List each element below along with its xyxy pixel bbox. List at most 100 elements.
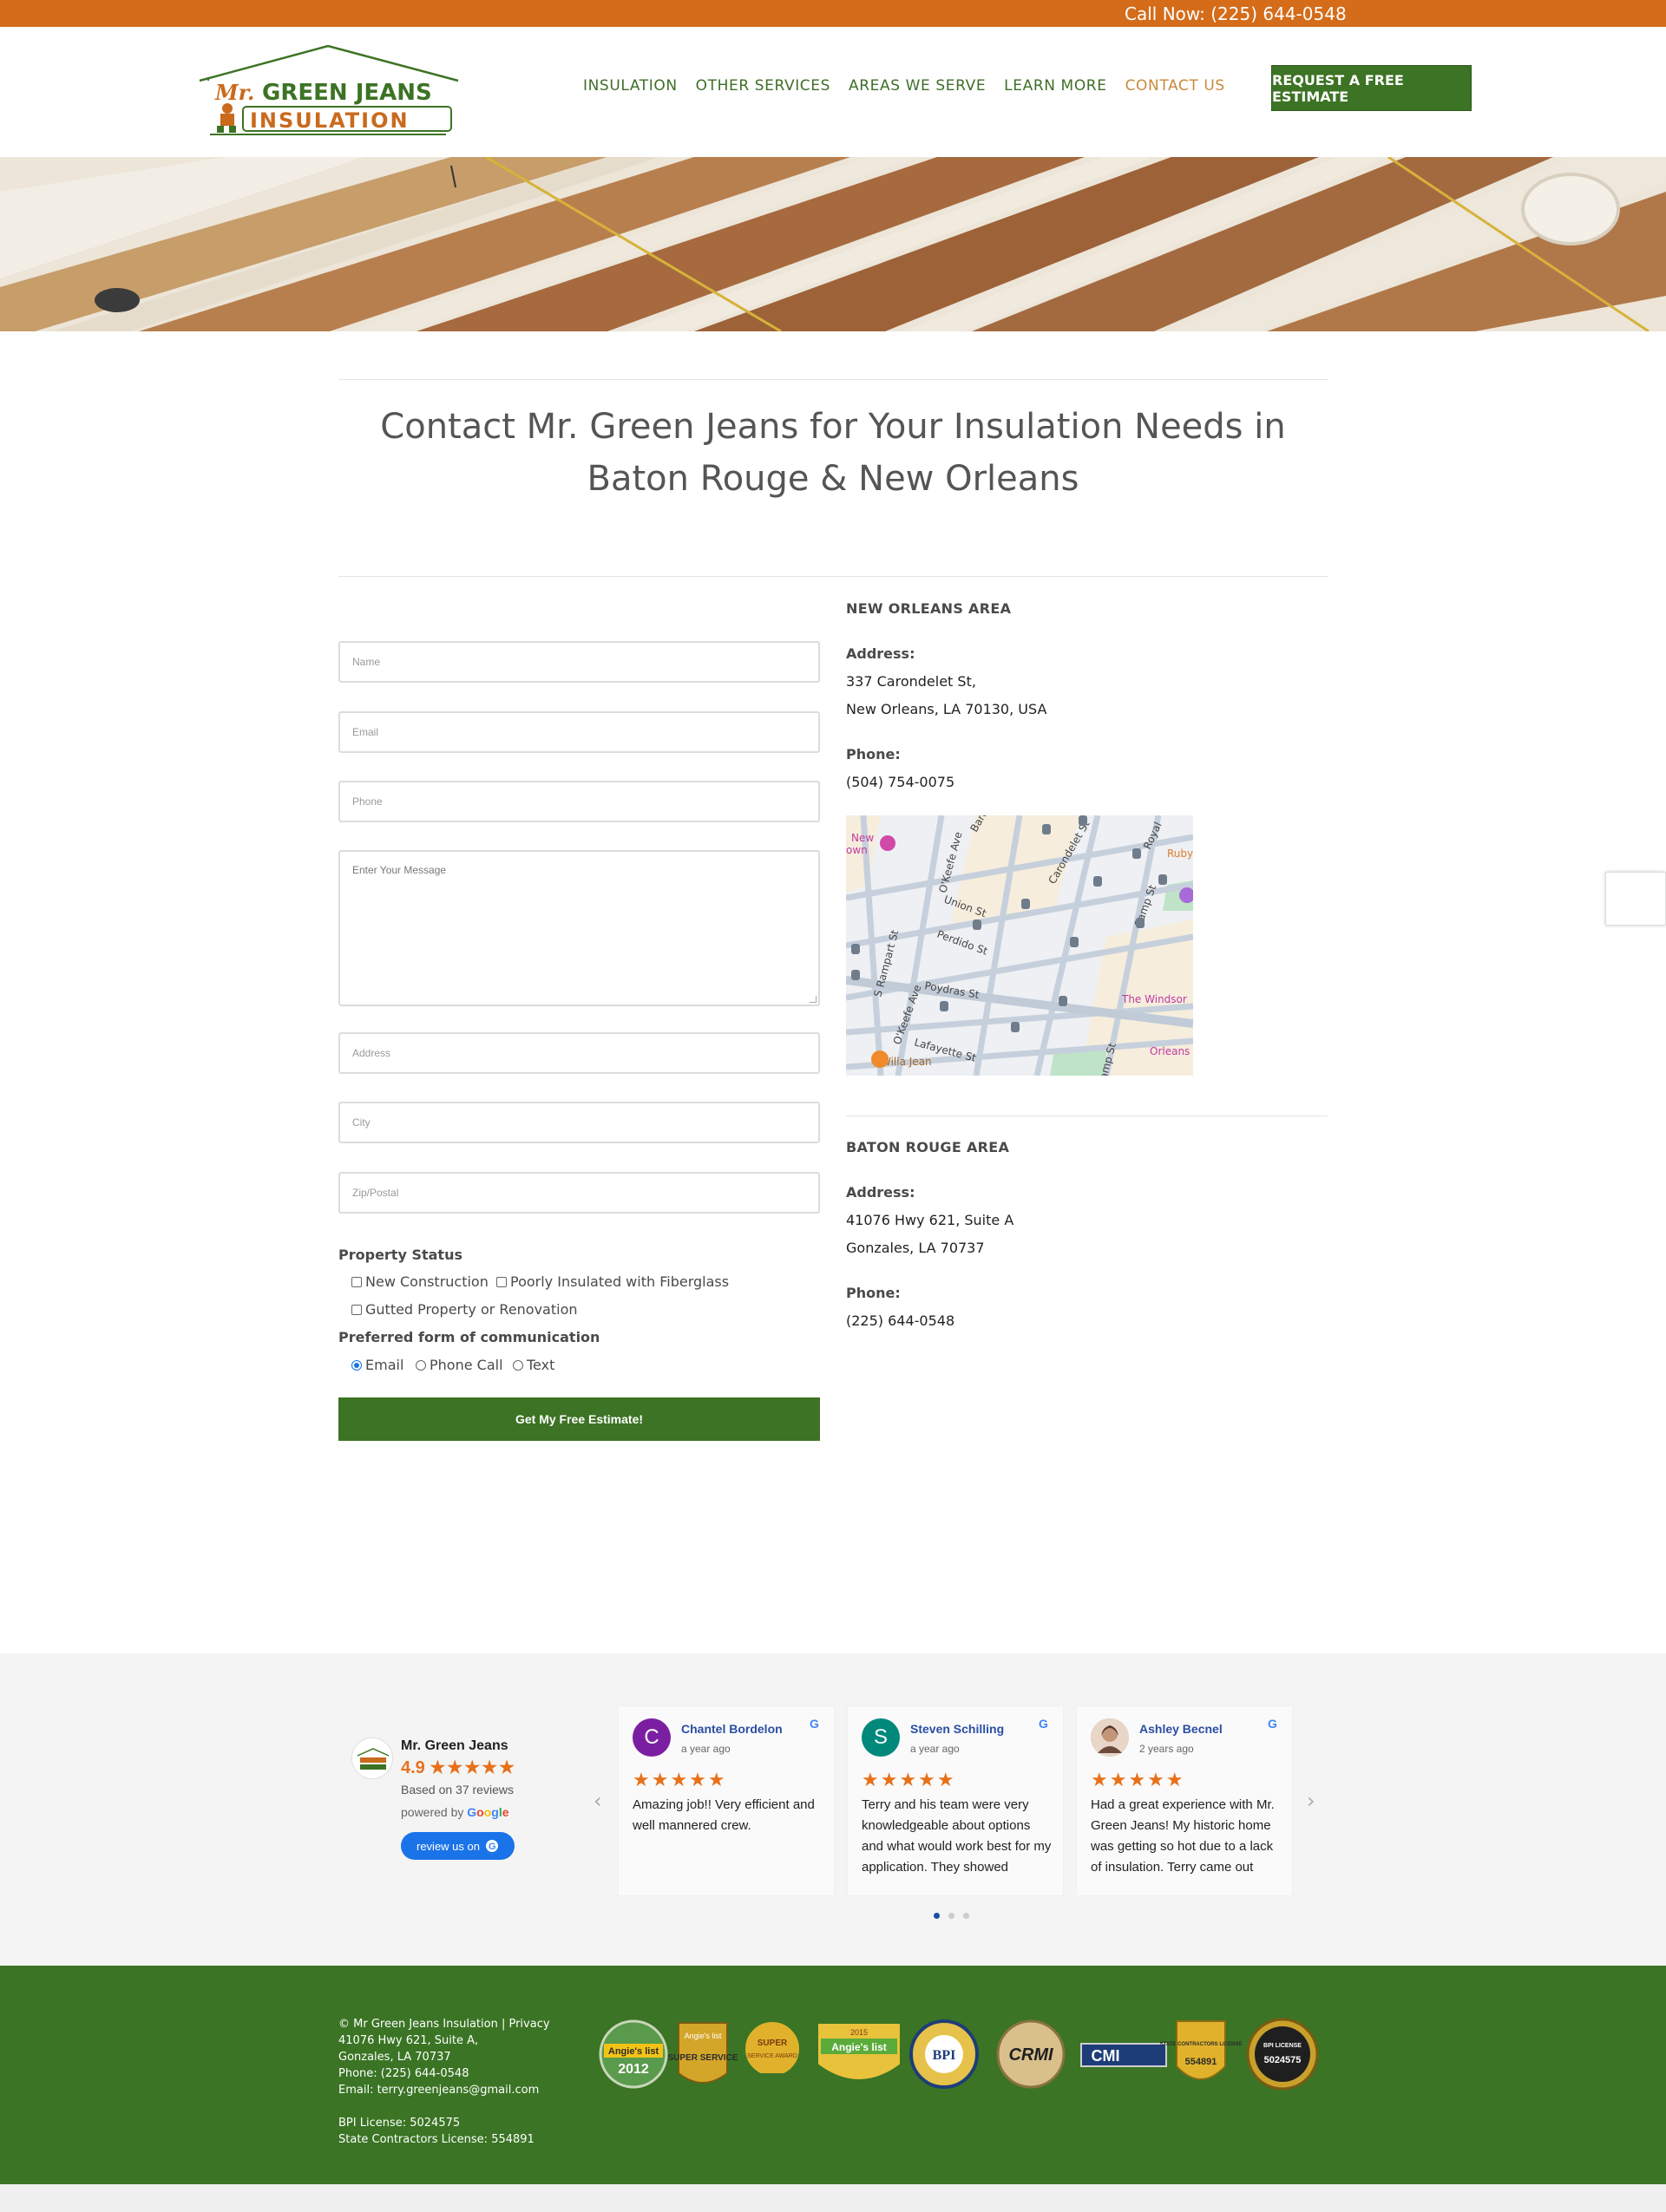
svg-text:Orleans: Orleans [1150, 1045, 1190, 1057]
review-us-button[interactable]: review us on G [401, 1832, 515, 1860]
svg-text:BPI LICENSE: BPI LICENSE [1263, 2043, 1302, 2049]
site-logo[interactable]: Mr. GREEN JEANS INSULATION [193, 44, 463, 141]
review-card: S Steven Schilling a year ago G ★★★★★ Te… [847, 1705, 1064, 1896]
radio-button[interactable] [416, 1359, 426, 1371]
message-textarea[interactable]: Enter Your Message [338, 850, 820, 1006]
page-title-line-2: Baton Rouge & New Orleans [587, 459, 1079, 499]
br-phone[interactable]: (225) 644-0548 [846, 1307, 954, 1335]
nav-areas-we-serve[interactable]: AREAS WE SERVE [849, 77, 986, 95]
review-card: Ashley Becnel 2 years ago G ★★★★★ Had a … [1076, 1705, 1293, 1896]
svg-text:Angie's list: Angie's list [831, 2041, 887, 2053]
call-now-link[interactable]: Call Now: (225) 644-0548 [1125, 3, 1347, 24]
reviewer-avatar: C [633, 1718, 671, 1757]
br-address-line-2: Gonzales, LA 70737 [846, 1240, 985, 1256]
zip-input[interactable]: Zip/Postal [338, 1172, 820, 1214]
phone-input[interactable]: Phone [338, 781, 820, 822]
carousel-dot[interactable] [963, 1913, 969, 1919]
address-input[interactable]: Address [338, 1032, 820, 1074]
submit-button[interactable]: Get My Free Estimate! [338, 1397, 820, 1441]
new-orleans-map[interactable]: Baronne Carondelet St Royal O'Keefe Ave … [846, 815, 1193, 1076]
reviewer-name[interactable]: Ashley Becnel [1139, 1722, 1223, 1736]
review-stars: ★★★★★ [633, 1769, 727, 1790]
name-input[interactable]: Name [338, 641, 820, 683]
state-contractors-license-badge: STATE CONTRACTORS LICENSE 554891 [1160, 2020, 1243, 2080]
nav-other-services[interactable]: OTHER SERVICES [696, 77, 830, 95]
request-estimate-button[interactable]: REQUEST A FREE ESTIMATE [1271, 65, 1472, 111]
reviewer-name[interactable]: Chantel Bordelon [681, 1722, 783, 1736]
no-address-label: Address: [846, 645, 915, 662]
angies-list-2015-badge: 2015 Angie's list [817, 2022, 902, 2081]
page-title: Contact Mr. Green Jeans for Your Insulat… [338, 401, 1328, 505]
review-date: a year ago [910, 1743, 960, 1755]
option-label: New Construction [365, 1273, 489, 1290]
city-input[interactable]: City [338, 1102, 820, 1143]
logo-worker-figure [217, 103, 236, 133]
review-us-label: review us on [416, 1839, 480, 1853]
radio-button[interactable] [513, 1359, 523, 1371]
carousel-prev-arrow[interactable]: ‹ [594, 1789, 602, 1813]
rating-summary: 4.9 ★★★★★ [401, 1757, 516, 1778]
no-phone[interactable]: (504) 754-0075 [846, 769, 954, 796]
new-orleans-heading: NEW ORLEANS AREA [846, 600, 1012, 617]
svg-text:2012: 2012 [618, 2062, 649, 2077]
checkbox[interactable] [496, 1276, 507, 1287]
property-gutted[interactable]: Gutted Property or Renovation [351, 1301, 578, 1318]
footer-info: © Mr Green Jeans Insulation | Privacy 41… [338, 2016, 550, 2148]
comm-email-radio[interactable]: Email [351, 1357, 403, 1373]
carousel-dot[interactable] [948, 1913, 954, 1919]
review-text: Terry and his team were very knowledgeab… [862, 1797, 1052, 1875]
svg-text:SERVICE AWARD: SERVICE AWARD [747, 2053, 797, 2059]
page-title-line-1: Contact Mr. Green Jeans for Your Insulat… [380, 407, 1286, 447]
svg-text:Angie's list: Angie's list [685, 2032, 722, 2040]
logo-mr: Mr. [214, 80, 254, 105]
checkbox[interactable] [351, 1304, 362, 1315]
svg-text:CRMI: CRMI [1008, 2045, 1053, 2065]
svg-text:STATE CONTRACTORS LICENSE: STATE CONTRACTORS LICENSE [1160, 2042, 1243, 2047]
br-address-line-1: 41076 Hwy 621, Suite A [846, 1212, 1014, 1228]
option-label: Email [365, 1357, 404, 1373]
google-icon: G [1039, 1717, 1048, 1731]
cmi-badge: CMI [1080, 2043, 1167, 2067]
svg-text:5024575: 5024575 [1264, 2055, 1302, 2065]
svg-text:SUPER: SUPER [758, 2039, 788, 2048]
property-new-construction[interactable]: New Construction [351, 1273, 489, 1290]
br-address-label: Address: [846, 1184, 915, 1201]
comm-phone-radio[interactable]: Phone Call [416, 1357, 503, 1373]
footer-phone[interactable]: Phone: (225) 644-0548 [338, 2065, 550, 2082]
option-label: Poorly Insulated with Fiberglass [510, 1273, 730, 1290]
angies-list-2012-badge: Angie's list 2012 [599, 2019, 668, 2089]
nav-learn-more[interactable]: LEARN MORE [1004, 77, 1106, 95]
carousel-dot[interactable] [934, 1913, 940, 1919]
svg-text:own: own [846, 844, 868, 856]
property-status-label: Property Status [338, 1247, 462, 1263]
nav-contact-us[interactable]: CONTACT US [1125, 77, 1225, 95]
logo-insulation: INSULATION [250, 108, 410, 133]
svg-text:New: New [851, 832, 874, 844]
review-stars: ★★★★★ [862, 1769, 956, 1790]
carousel-next-arrow[interactable]: › [1307, 1789, 1315, 1813]
review-date: 2 years ago [1139, 1743, 1194, 1755]
review-text: Amazing job!! Very efficient and well ma… [633, 1797, 815, 1833]
br-phone-label: Phone: [846, 1285, 901, 1301]
footer-copyright[interactable]: © Mr Green Jeans Insulation | Privacy [338, 2016, 550, 2032]
google-icon: G [485, 1840, 498, 1852]
option-label: Gutted Property or Renovation [365, 1301, 578, 1318]
review-stars: ★★★★★ [1091, 1769, 1185, 1790]
reviewer-name[interactable]: Steven Schilling [910, 1722, 1004, 1736]
communication-label: Preferred form of communication [338, 1329, 600, 1345]
angies-list-super-service-badge: Angie's list SUPER SERVICE [668, 2022, 738, 2084]
email-input[interactable]: Email [338, 711, 820, 753]
message-placeholder: Enter Your Message [352, 864, 447, 876]
checkbox[interactable] [351, 1276, 362, 1287]
property-poorly-insulated[interactable]: Poorly Insulated with Fiberglass [496, 1273, 729, 1290]
comm-text-radio[interactable]: Text [513, 1357, 554, 1373]
certification-badges: Angie's list 2012 Angie's list SUPER SER… [599, 2018, 1319, 2091]
nav-insulation[interactable]: INSULATION [583, 77, 678, 95]
resize-handle[interactable] [810, 996, 817, 1003]
footer-email[interactable]: Email: terry.greenjeans@gmail.com [338, 2082, 550, 2098]
recaptcha-badge[interactable] [1605, 872, 1666, 926]
svg-text:SUPER SERVICE: SUPER SERVICE [668, 2053, 738, 2063]
radio-button[interactable] [351, 1359, 362, 1371]
footer-bpi-license: BPI License: 5024575 [338, 2117, 461, 2130]
option-label: Phone Call [430, 1357, 503, 1373]
